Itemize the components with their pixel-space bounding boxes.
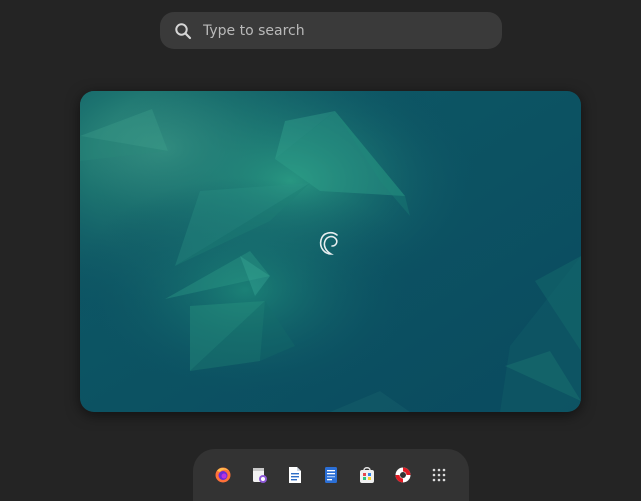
document-icon	[289, 467, 301, 483]
search-icon	[174, 22, 192, 40]
workspace-thumbnail[interactable]	[80, 91, 581, 412]
search-input[interactable]	[203, 22, 473, 39]
dash-item-firefox[interactable]	[211, 463, 235, 487]
workspace-wallpaper	[80, 91, 581, 412]
software-store-icon	[360, 467, 374, 483]
dash-item-evolution[interactable]	[247, 463, 271, 487]
dash-item-writer[interactable]	[319, 463, 343, 487]
app-grid-icon	[432, 468, 446, 482]
dash-item-help[interactable]	[391, 463, 415, 487]
activities-overview	[0, 0, 641, 501]
dash	[193, 449, 469, 501]
dash-item-software[interactable]	[355, 463, 379, 487]
mail-calendar-icon	[253, 468, 267, 483]
lifebuoy-icon	[395, 467, 411, 483]
show-apps-button[interactable]	[427, 463, 451, 487]
firefox-icon	[215, 467, 231, 483]
writer-icon	[325, 467, 337, 483]
search-bar[interactable]	[160, 12, 502, 49]
dash-item-text-editor[interactable]	[283, 463, 307, 487]
